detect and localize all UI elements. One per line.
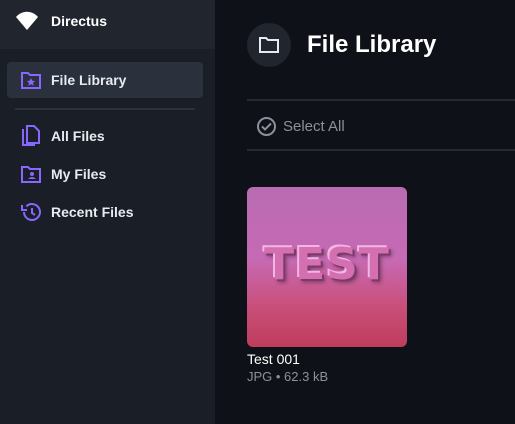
file-thumbnail[interactable]: TEST [247,187,407,347]
wifi-logo-icon [16,11,38,30]
check-circle-icon [257,116,276,136]
header-folder-icon-button[interactable] [247,23,291,67]
sidebar-item-label: Recent Files [51,204,134,220]
brand-header[interactable]: Directus [0,0,215,49]
sidebar-item-label: File Library [51,72,127,88]
file-meta: JPG • 62.3 kB [247,369,329,384]
files-icon [19,124,43,148]
folder-star-icon [19,68,43,92]
toolbar-divider-bottom [247,149,515,151]
brand-name: Directus [51,13,108,29]
sidebar-item-label: All Files [51,128,105,144]
file-title: Test 001 [247,351,300,367]
sidebar-divider [15,108,195,110]
sidebar: Directus File Library All Files My Files… [0,0,215,424]
toolbar-divider-top [247,99,515,101]
thumbnail-text: TEST [264,238,390,290]
folder-icon [259,37,279,53]
sidebar-item-all-files[interactable]: All Files [7,118,203,154]
sidebar-item-label: My Files [51,166,107,182]
sidebar-item-file-library[interactable]: File Library [7,62,203,98]
page-title: File Library [307,31,437,58]
sidebar-item-my-files[interactable]: My Files [7,156,203,192]
history-icon [19,200,43,224]
select-all-button[interactable]: Select All [256,114,345,138]
file-card[interactable]: TEST Test 001 JPG • 62.3 kB [247,187,407,384]
sidebar-item-recent-files[interactable]: Recent Files [7,194,203,230]
select-all-label: Select All [283,117,345,135]
folder-user-icon [19,162,43,186]
